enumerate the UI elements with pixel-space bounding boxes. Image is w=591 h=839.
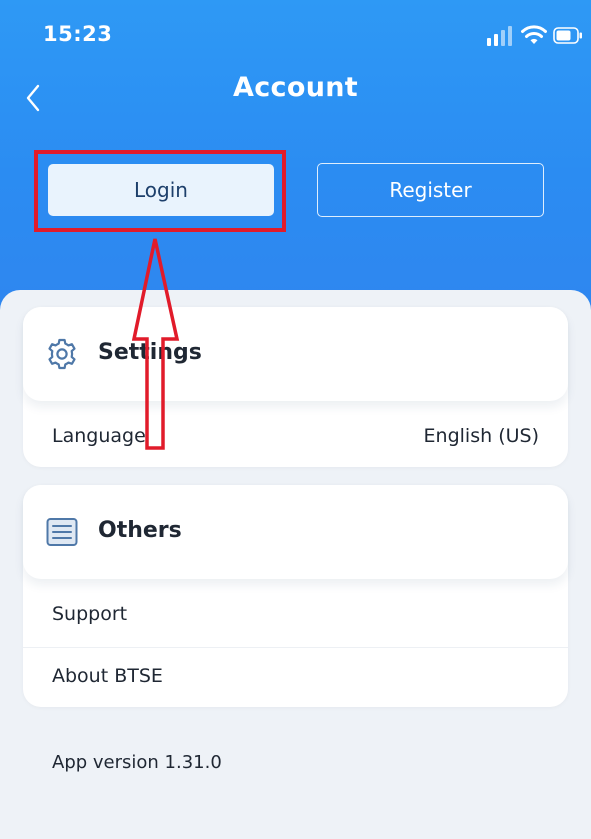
- others-title: Others: [98, 518, 182, 543]
- status-bar: 15:23: [0, 0, 591, 70]
- page-title: Account: [233, 72, 358, 103]
- others-card: Others Support About BTSE: [23, 485, 568, 707]
- settings-card: Settings Language English (US): [23, 307, 568, 467]
- battery-icon: [553, 27, 582, 44]
- support-row[interactable]: Support: [23, 585, 568, 647]
- others-header: Others: [23, 485, 568, 579]
- arrow-annotation: [132, 238, 180, 450]
- status-time: 15:23: [43, 22, 113, 46]
- app-version: App version 1.31.0: [52, 752, 222, 773]
- language-row[interactable]: Language English (US): [23, 407, 568, 469]
- gear-icon: [48, 338, 76, 370]
- support-label: Support: [52, 603, 128, 625]
- about-row[interactable]: About BTSE: [23, 647, 568, 709]
- settings-header: Settings: [23, 307, 568, 401]
- signal-icon: [487, 26, 512, 46]
- wifi-icon: [521, 25, 547, 44]
- register-button[interactable]: Register: [317, 163, 544, 217]
- highlight-box: [34, 150, 286, 232]
- row-divider: [23, 647, 568, 648]
- list-icon: [46, 518, 78, 546]
- language-value: English (US): [423, 425, 539, 447]
- about-label: About BTSE: [52, 665, 163, 687]
